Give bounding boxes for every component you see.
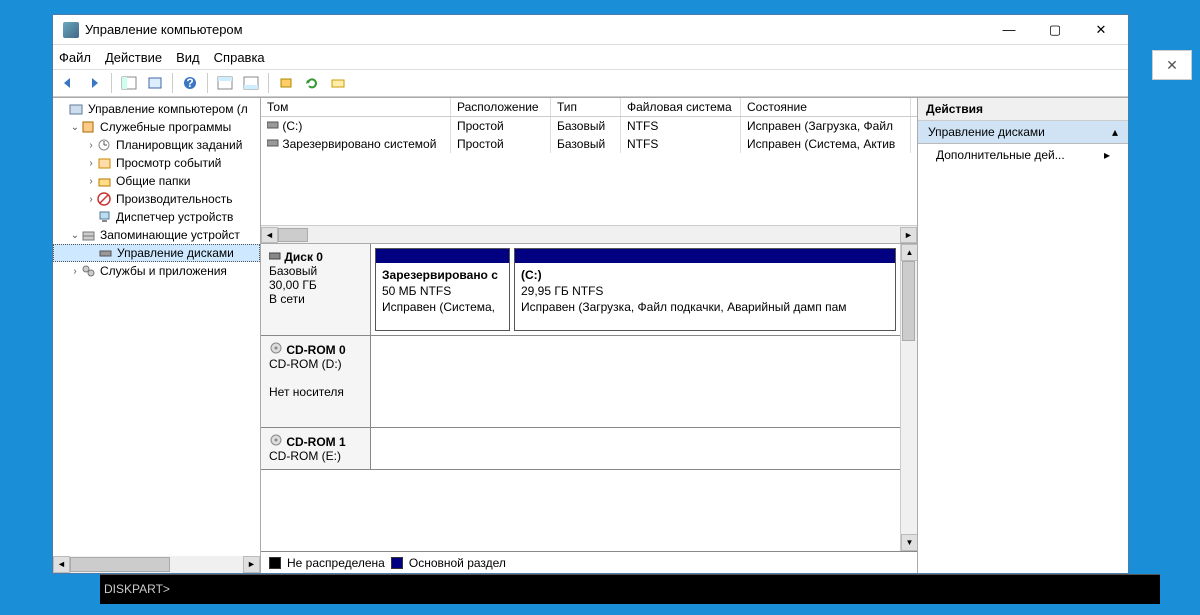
scroll-thumb[interactable] xyxy=(278,228,308,242)
disk-info: CD-ROM 1 CD-ROM (E:) xyxy=(261,428,371,469)
disk-row[interactable]: CD-ROM 0 CD-ROM (D:) Нет носителя xyxy=(261,336,917,428)
help-button[interactable]: ? xyxy=(179,72,201,94)
view-bottom-button[interactable] xyxy=(240,72,262,94)
tree-event-viewer[interactable]: ›Просмотр событий xyxy=(53,154,260,172)
background-close-button[interactable]: ✕ xyxy=(1152,50,1192,80)
menubar: Файл Действие Вид Справка xyxy=(53,45,1128,69)
show-hide-tree-button[interactable] xyxy=(118,72,140,94)
actions-header: Действия xyxy=(918,98,1128,121)
tree-root[interactable]: Управление компьютером (л xyxy=(53,100,260,118)
col-fs[interactable]: Файловая система xyxy=(621,98,741,116)
disk-row[interactable]: CD-ROM 1 CD-ROM (E:) xyxy=(261,428,917,470)
window-title: Управление компьютером xyxy=(85,22,986,37)
col-volume[interactable]: Том xyxy=(261,98,451,116)
scroll-down-icon[interactable]: ▼ xyxy=(901,534,917,551)
tree-device-manager[interactable]: Диспетчер устройств xyxy=(53,208,260,226)
tree-system-tools[interactable]: ⌄Служебные программы xyxy=(53,118,260,136)
partition[interactable]: Зарезервировано с50 МБ NTFSИсправен (Сис… xyxy=(375,248,510,331)
titlebar[interactable]: Управление компьютером — ▢ ✕ xyxy=(53,15,1128,45)
refresh-button[interactable] xyxy=(301,72,323,94)
menu-view[interactable]: Вид xyxy=(176,50,200,65)
forward-button[interactable] xyxy=(83,72,105,94)
legend: Не распределена Основной раздел xyxy=(261,551,917,573)
collapse-icon: ▴ xyxy=(1112,125,1118,139)
scroll-thumb[interactable] xyxy=(70,557,170,572)
menu-file[interactable]: Файл xyxy=(59,50,91,65)
action-button[interactable] xyxy=(327,72,349,94)
svg-text:?: ? xyxy=(186,76,193,90)
scroll-thumb[interactable] xyxy=(902,261,915,341)
back-button[interactable] xyxy=(57,72,79,94)
app-icon xyxy=(63,22,79,38)
col-type[interactable]: Тип xyxy=(551,98,621,116)
computer-management-window: Управление компьютером — ▢ ✕ Файл Действ… xyxy=(52,14,1129,574)
properties-button[interactable] xyxy=(144,72,166,94)
navigation-tree[interactable]: Управление компьютером (л ⌄Служебные про… xyxy=(53,98,261,573)
volume-row[interactable]: Зарезервировано системой Простой Базовый… xyxy=(261,135,917,153)
disk-info: Диск 0 Базовый 30,00 ГБ В сети xyxy=(261,244,371,335)
disk-row[interactable]: Диск 0 Базовый 30,00 ГБ В сети Зарезерви… xyxy=(261,244,917,336)
actions-more[interactable]: Дополнительные дей...▸ xyxy=(918,144,1128,166)
disk-graphical-view: ▲ ▼ Диск 0 Базовый 30,00 ГБ В сети xyxy=(261,244,917,551)
diskpart-prompt: DISKPART> xyxy=(104,582,170,596)
disk-info: CD-ROM 0 CD-ROM (D:) Нет носителя xyxy=(261,336,371,427)
menu-help[interactable]: Справка xyxy=(214,50,265,65)
tree-services[interactable]: ›Службы и приложения xyxy=(53,262,260,280)
legend-swatch-unallocated xyxy=(269,557,281,569)
volume-list-header[interactable]: Том Расположение Тип Файловая система Со… xyxy=(261,98,917,117)
partition[interactable]: (C:)29,95 ГБ NTFSИсправен (Загрузка, Фай… xyxy=(514,248,896,331)
toolbar: ? xyxy=(53,69,1128,97)
tree-storage[interactable]: ⌄Запоминающие устройст xyxy=(53,226,260,244)
legend-unallocated: Не распределена xyxy=(287,556,385,570)
scroll-left-icon[interactable]: ◄ xyxy=(53,556,70,573)
col-layout[interactable]: Расположение xyxy=(451,98,551,116)
minimize-button[interactable]: — xyxy=(986,15,1032,45)
volume-list: Том Расположение Тип Файловая система Со… xyxy=(261,98,917,244)
scroll-left-icon[interactable]: ◄ xyxy=(261,227,278,243)
volume-hscrollbar[interactable]: ◄ ► xyxy=(261,225,917,243)
scroll-right-icon[interactable]: ► xyxy=(243,556,260,573)
tree-performance[interactable]: ›Производительность xyxy=(53,190,260,208)
actions-pane: Действия Управление дисками▴ Дополнитель… xyxy=(918,98,1128,573)
view-top-button[interactable] xyxy=(214,72,236,94)
disk-vscrollbar[interactable]: ▲ ▼ xyxy=(900,244,917,551)
settings-button[interactable] xyxy=(275,72,297,94)
scroll-up-icon[interactable]: ▲ xyxy=(901,244,917,261)
command-prompt[interactable]: DISKPART> xyxy=(100,574,1160,604)
col-status[interactable]: Состояние xyxy=(741,98,911,116)
tree-task-scheduler[interactable]: ›Планировщик заданий xyxy=(53,136,260,154)
tree-hscrollbar[interactable]: ◄ ► xyxy=(53,556,260,573)
chevron-right-icon: ▸ xyxy=(1104,148,1110,162)
legend-swatch-primary xyxy=(391,557,403,569)
legend-primary: Основной раздел xyxy=(409,556,506,570)
maximize-button[interactable]: ▢ xyxy=(1032,15,1078,45)
menu-action[interactable]: Действие xyxy=(105,50,162,65)
volume-row[interactable]: (C:) Простой Базовый NTFS Исправен (Загр… xyxy=(261,117,917,135)
close-button[interactable]: ✕ xyxy=(1078,15,1124,45)
actions-selected-node[interactable]: Управление дисками▴ xyxy=(918,121,1128,144)
scroll-right-icon[interactable]: ► xyxy=(900,227,917,243)
tree-disk-management[interactable]: Управление дисками xyxy=(53,244,260,262)
tree-shared-folders[interactable]: ›Общие папки xyxy=(53,172,260,190)
